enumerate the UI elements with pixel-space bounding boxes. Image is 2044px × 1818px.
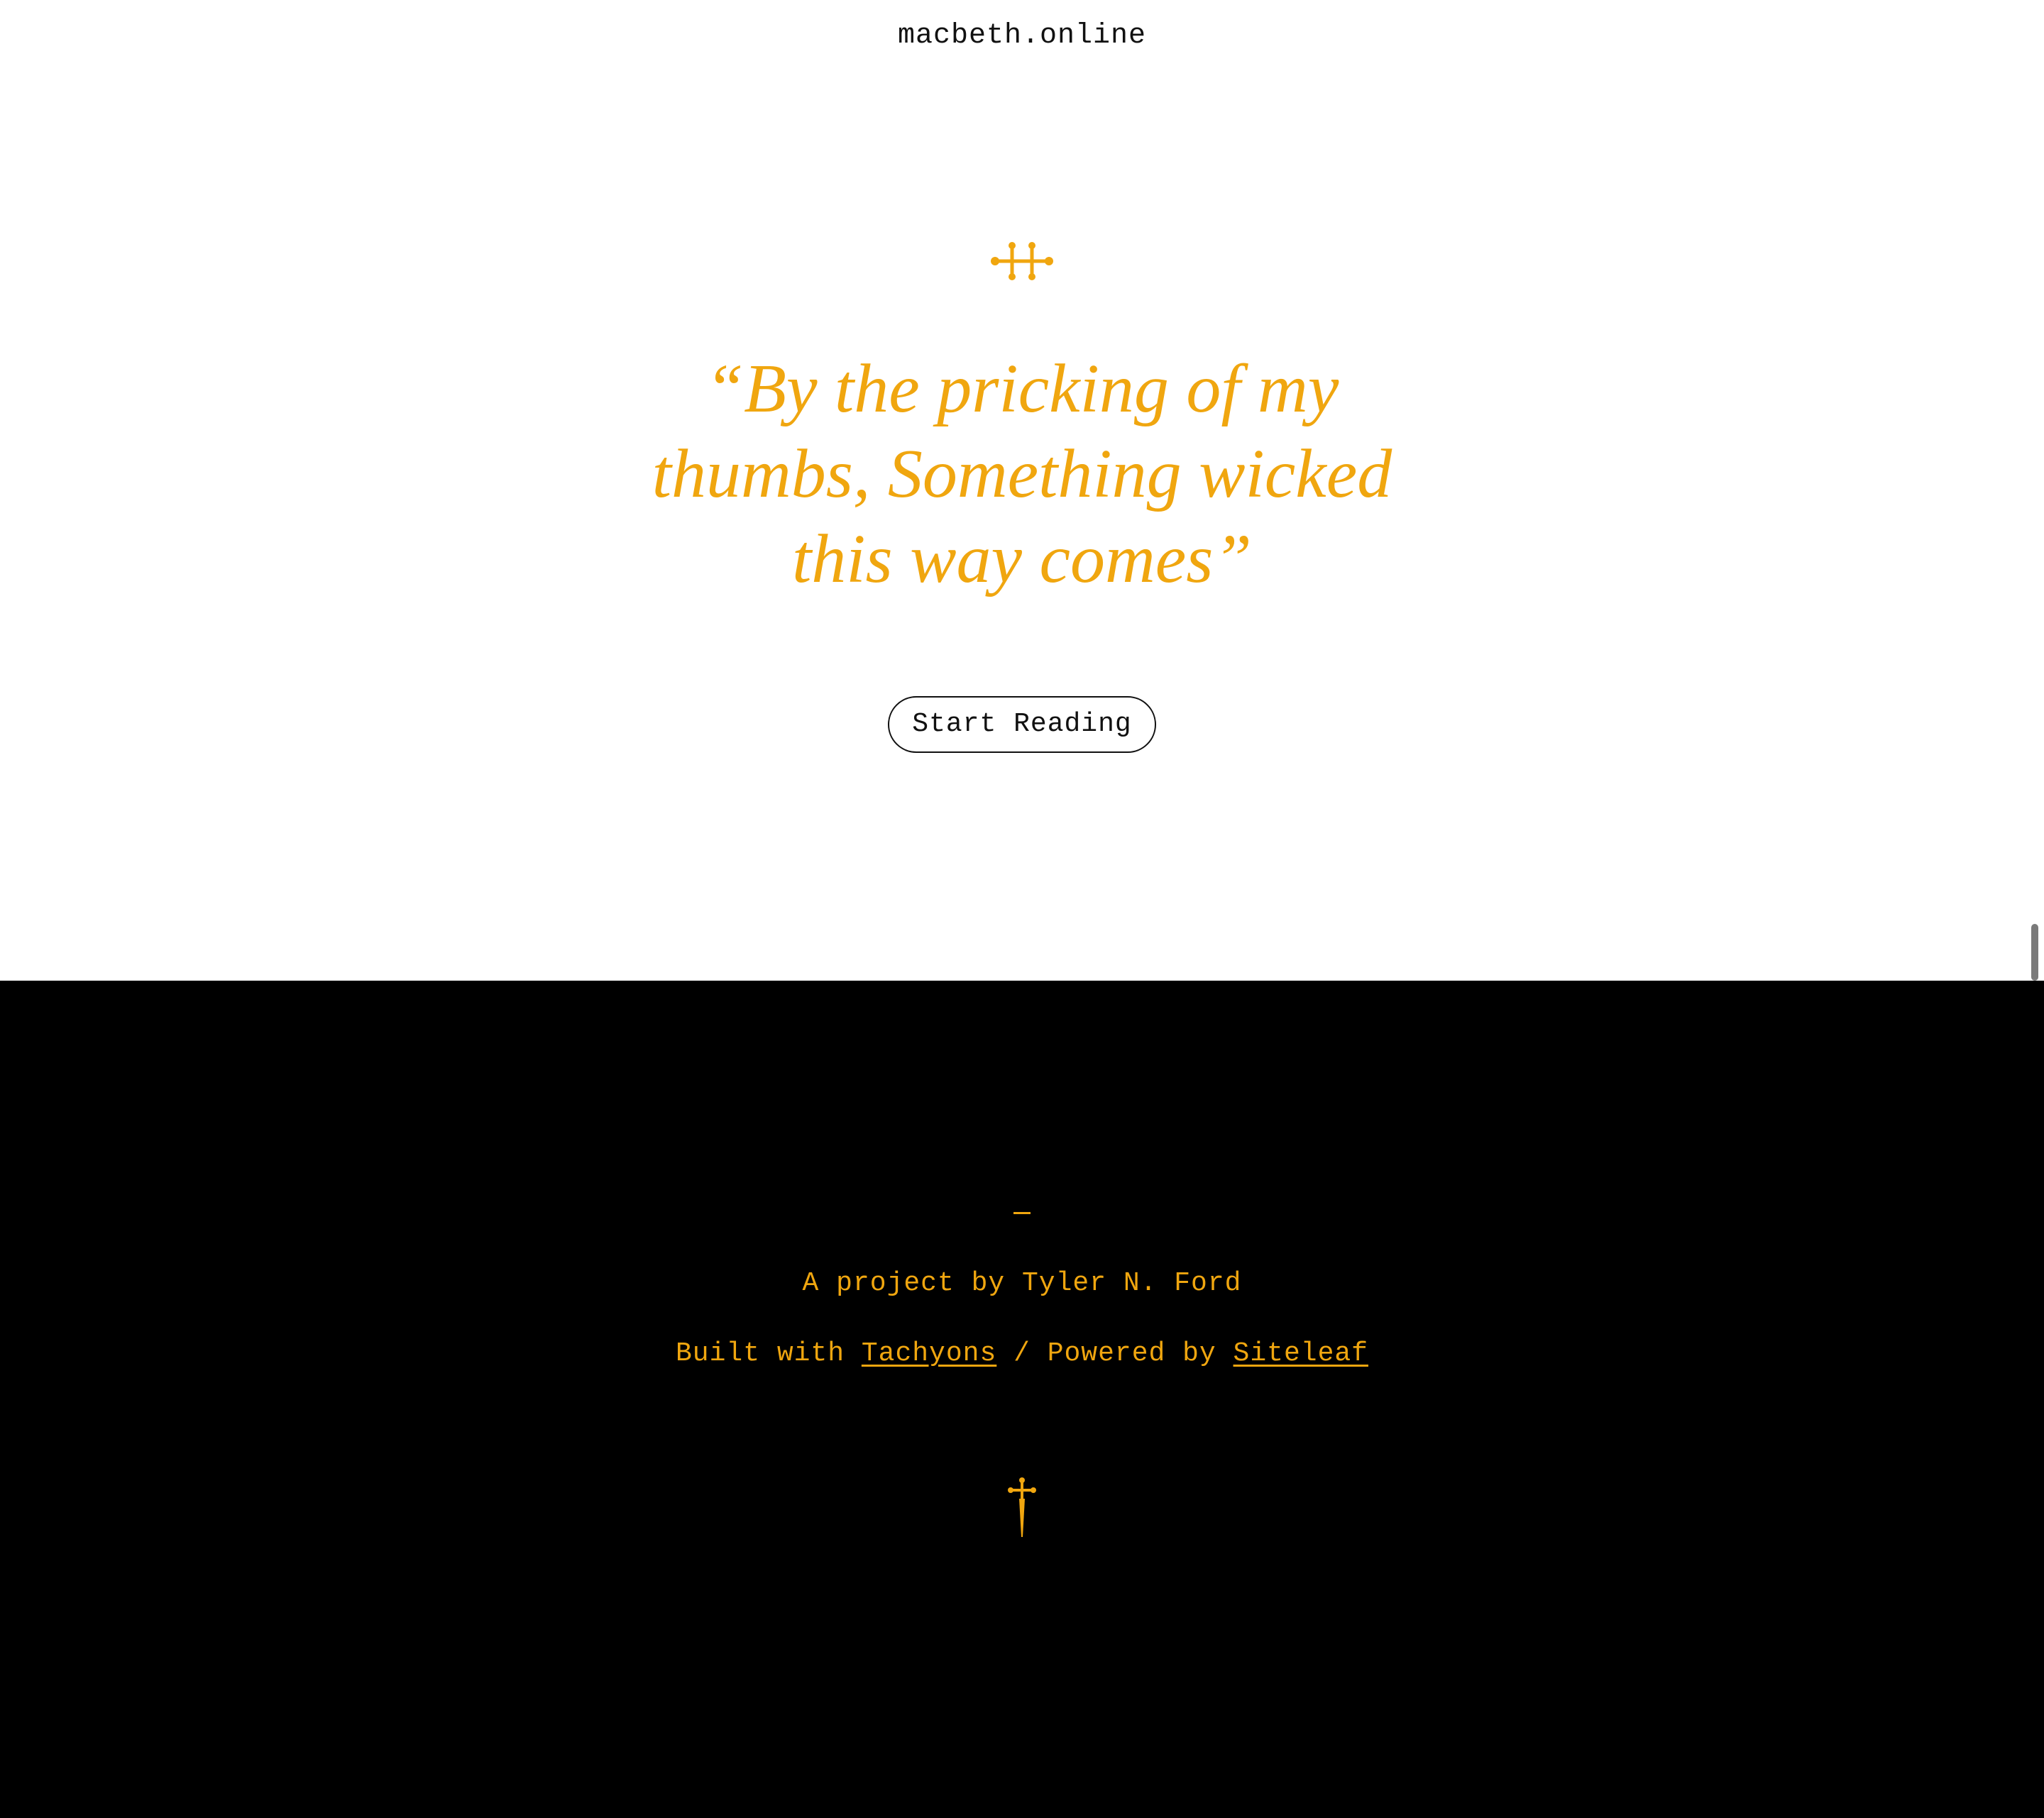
- site-title-link[interactable]: macbeth.online: [0, 20, 2044, 52]
- scrollbar-thumb[interactable]: [2031, 924, 2038, 981]
- footer-built-with: Built with Tachyons / Powered by Sitelea…: [0, 1336, 2044, 1372]
- tachyons-link[interactable]: Tachyons: [862, 1338, 996, 1369]
- built-prefix: Built with: [676, 1338, 862, 1369]
- footer-divider: [1013, 1212, 1031, 1214]
- fleuron-icon: [991, 242, 1053, 280]
- footer-credit: A project by Tyler N. Ford: [802, 1268, 1242, 1299]
- hero-section: macbeth.online “By the pricking of my th…: [0, 0, 2044, 981]
- start-reading-button[interactable]: Start Reading: [888, 696, 1156, 753]
- quote-line: “By the pricking of my: [705, 351, 1339, 427]
- footer: A project by Tyler N. Ford Built with Ta…: [0, 981, 2044, 1818]
- powered-separator: / Powered by: [996, 1338, 1233, 1369]
- quote-line: thumbs, Something wicked: [652, 436, 1392, 512]
- dagger-icon: [1008, 1477, 1036, 1537]
- hero-quote: “By the pricking of my thumbs, Something…: [0, 346, 2044, 602]
- siteleaf-link[interactable]: Siteleaf: [1233, 1338, 1368, 1369]
- quote-line: this way comes”: [792, 521, 1252, 597]
